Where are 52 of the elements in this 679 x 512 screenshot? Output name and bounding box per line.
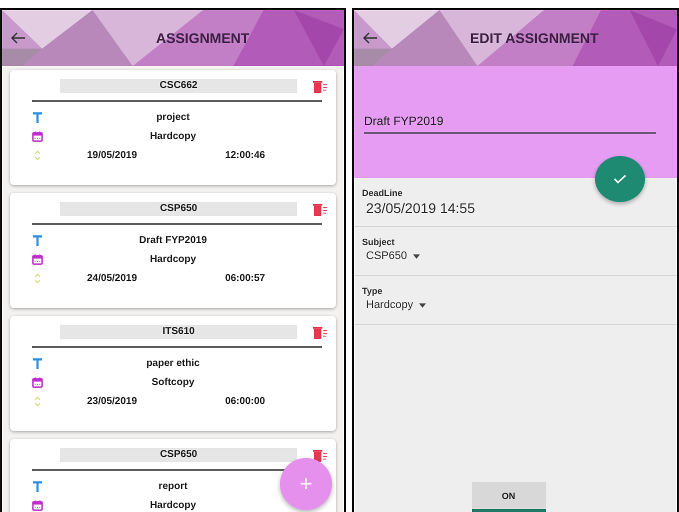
due-date: 24/05/2019: [87, 273, 138, 284]
text-icon: [32, 235, 43, 246]
submission-type: Hardcopy: [148, 500, 198, 511]
back-arrow-icon[interactable]: [10, 32, 26, 44]
toggle-button[interactable]: ON: [472, 482, 546, 512]
subject-label: CSP650: [60, 202, 298, 216]
save-button[interactable]: [595, 156, 645, 202]
text-icon: [32, 112, 43, 123]
dropdown[interactable]: CSP650: [366, 250, 420, 262]
subject-label: ITS610: [60, 325, 298, 339]
dropdown-arrow-icon: [419, 302, 426, 308]
submission-type: Hardcopy: [148, 131, 198, 142]
submission-type: Hardcopy: [148, 254, 198, 265]
screen-title: EDIT ASSIGNMENT: [470, 30, 599, 46]
chevrons-icon: [32, 150, 43, 161]
field-label: DeadLine: [362, 188, 403, 198]
assignment-name: Draft FYP2019: [138, 235, 208, 246]
due-time: 12:00:46: [225, 150, 266, 161]
subject-label: CSP650: [60, 448, 298, 462]
field-label: Type: [362, 286, 382, 296]
field-label: Subject: [362, 237, 395, 247]
assignment-name: paper ethic: [145, 358, 201, 369]
due-date: 19/05/2019: [87, 150, 138, 161]
deadline-value[interactable]: 23/05/2019 14:55: [366, 200, 475, 216]
trash-icon[interactable]: [313, 326, 328, 338]
due-time: 06:00:57: [225, 273, 266, 284]
back-arrow-icon[interactable]: [362, 32, 378, 44]
dropdown-arrow-icon: [412, 254, 420, 258]
dropdown[interactable]: Hardcopy: [366, 299, 426, 311]
trash-icon[interactable]: [313, 202, 328, 216]
text-icon: [32, 481, 43, 492]
submission-type: Softcopy: [150, 377, 196, 388]
calendar-icon: [32, 131, 43, 142]
trash-icon[interactable]: [313, 80, 328, 92]
assignment-card[interactable]: CSC662 project Hardcopy 19/05/2019 12:00:46: [10, 70, 336, 185]
chevrons-icon: [32, 396, 43, 407]
check-icon: [613, 174, 627, 184]
subject-label: CSC662: [60, 79, 298, 93]
assignment-name-field[interactable]: Draft FYP2019: [364, 110, 656, 134]
assignment-name: project: [155, 112, 191, 123]
screen-title: ASSIGNMENT: [156, 30, 250, 46]
calendar-icon: [32, 254, 43, 265]
assignment-name: report: [158, 481, 188, 492]
calendar-icon: [32, 500, 43, 511]
text-icon: [32, 358, 43, 369]
chevrons-icon: [32, 273, 43, 284]
assignment-card[interactable]: ITS610 paper ethic Softcopy 23/05/2019 06:00:00: [10, 316, 336, 431]
due-time: 06:00:00: [225, 396, 266, 407]
due-date: 23/05/2019: [87, 396, 138, 407]
calendar-icon: [32, 377, 43, 388]
assignment-card[interactable]: CSP650 Draft FYP2019 Hardcopy 24/05/2019 06:00:57: [10, 193, 336, 308]
trash-icon[interactable]: [313, 448, 328, 462]
